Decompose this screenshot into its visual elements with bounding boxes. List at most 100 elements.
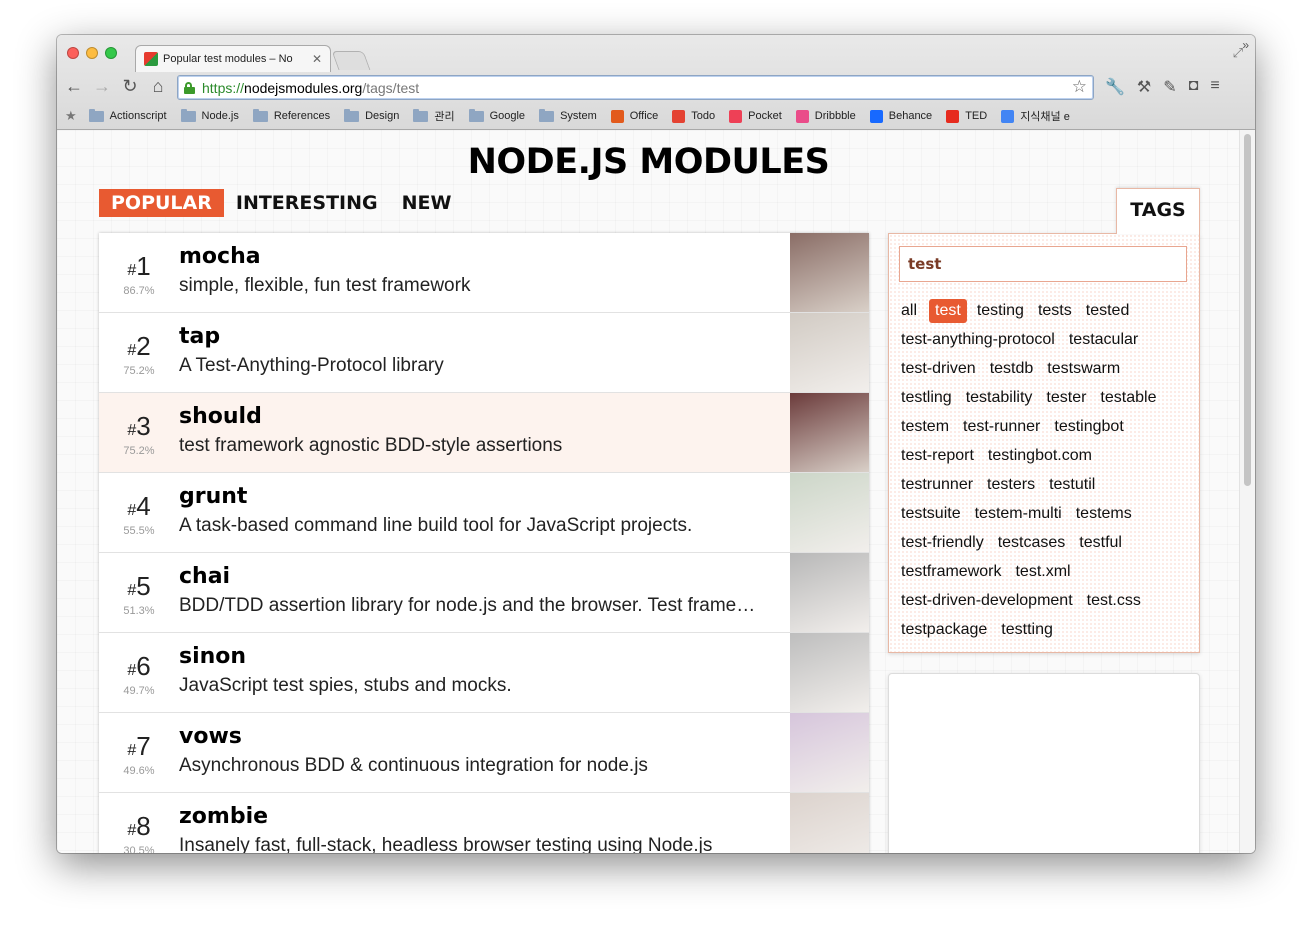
tab-close-icon[interactable]: ✕	[312, 52, 322, 66]
tag-link[interactable]: testswarm	[1047, 360, 1120, 378]
module-name-link[interactable]: vows	[179, 724, 242, 749]
author-avatar[interactable]	[790, 553, 869, 632]
bookmark-item[interactable]: 관리	[413, 108, 455, 124]
scroll-thumb[interactable]	[1244, 134, 1251, 486]
new-tab-button[interactable]	[331, 51, 371, 70]
bookmark-item[interactable]: Todo	[672, 109, 715, 123]
tool-icon[interactable]: ⚒	[1137, 77, 1151, 97]
wrench-icon[interactable]: 🔧	[1105, 77, 1125, 97]
author-avatar[interactable]	[790, 473, 869, 552]
bookmark-item[interactable]: 지식채널 e	[1001, 108, 1070, 124]
module-row[interactable]: #2 75.2% tap A Test-Anything-Protocol libra…	[99, 313, 869, 393]
tab-popular[interactable]: POPULAR	[99, 189, 224, 217]
tag-link[interactable]: testem-multi	[975, 505, 1062, 523]
tag-link[interactable]: testingbot	[1054, 418, 1123, 436]
author-avatar[interactable]	[790, 233, 869, 312]
tag-link[interactable]: testting	[1001, 621, 1053, 639]
tag-link[interactable]: testutil	[1049, 476, 1095, 494]
module-row[interactable]: #6 49.7% sinon JavaScript test spies, stubs…	[99, 633, 869, 713]
tag-link[interactable]: testingbot.com	[988, 447, 1092, 465]
address-bar[interactable]: https:// nodejsmodules.org /tags/test ☆	[177, 75, 1094, 100]
tag-link[interactable]: test-report	[901, 447, 974, 465]
bookmark-item[interactable]: Pocket	[729, 109, 782, 123]
folder-icon	[180, 108, 196, 122]
author-avatar[interactable]	[790, 713, 869, 792]
tag-search-input[interactable]: test	[899, 246, 1187, 282]
author-avatar[interactable]	[790, 633, 869, 712]
tag-link[interactable]: testsuite	[901, 505, 961, 523]
author-avatar[interactable]	[790, 793, 869, 853]
tag-link[interactable]: test-driven	[901, 360, 976, 378]
module-row[interactable]: #5 51.3% chai BDD/TDD assertion library for…	[99, 553, 869, 633]
home-icon[interactable]: ⌂	[147, 76, 169, 97]
tag-link[interactable]: test-driven-development	[901, 592, 1073, 610]
pocket-extension-icon[interactable]: ◘	[1189, 77, 1199, 97]
tag-link[interactable]: testem	[901, 418, 949, 436]
browser-tab[interactable]: Popular test modules – No ✕	[135, 45, 331, 72]
bookmark-item[interactable]: Dribbble	[795, 109, 856, 123]
tag-link[interactable]: testers	[987, 476, 1035, 494]
module-name-link[interactable]: chai	[179, 564, 230, 589]
author-avatar[interactable]	[790, 393, 869, 472]
bookmarks-overflow[interactable]: »	[1242, 38, 1249, 52]
tag-link[interactable]: all	[901, 302, 917, 320]
evernote-icon[interactable]: ✎	[1163, 77, 1176, 97]
module-name-link[interactable]: mocha	[179, 244, 261, 269]
module-name-link[interactable]: sinon	[179, 644, 246, 669]
minimize-window-button[interactable]	[86, 47, 98, 59]
module-row[interactable]: #3 75.2% should test framework agnostic BDD…	[99, 393, 869, 473]
bookmark-item[interactable]: TED	[946, 109, 987, 123]
tag-link[interactable]: testrunner	[901, 476, 973, 494]
tag-link[interactable]: testability	[966, 389, 1033, 407]
tag-link[interactable]: test	[929, 298, 967, 323]
tags-panel: test all test testing tests tested test-anyth…	[888, 233, 1200, 653]
bookmark-star-icon[interactable]: ☆	[1072, 77, 1087, 97]
close-window-button[interactable]	[67, 47, 79, 59]
tag-link[interactable]: tests	[1038, 302, 1072, 320]
module-name-link[interactable]: should	[179, 404, 262, 429]
tag-link[interactable]: test.css	[1087, 592, 1141, 610]
tag-link[interactable]: test.xml	[1015, 563, 1070, 581]
bookmark-star-icon[interactable]: ★	[65, 108, 77, 124]
module-name-link[interactable]: zombie	[179, 804, 268, 829]
tag-link[interactable]: testful	[1079, 534, 1122, 552]
zoom-window-button[interactable]	[105, 47, 117, 59]
tab-interesting[interactable]: INTERESTING	[224, 189, 390, 217]
module-name-link[interactable]: tap	[179, 324, 220, 349]
tag-link[interactable]: tested	[1086, 302, 1130, 320]
tag-link[interactable]: testacular	[1069, 331, 1138, 349]
tab-tags[interactable]: TAGS	[1116, 188, 1200, 234]
bookmark-item[interactable]: Design	[344, 108, 399, 122]
tag-link[interactable]: test-runner	[963, 418, 1040, 436]
module-row[interactable]: #8 30.5% zombie Insanely fast, full-stack, …	[99, 793, 869, 853]
module-row[interactable]: #4 55.5% grunt A task-based command line bu…	[99, 473, 869, 553]
bookmark-item[interactable]: Node.js	[180, 108, 239, 122]
tag-link[interactable]: test-friendly	[901, 534, 984, 552]
bookmark-item[interactable]: System	[539, 108, 597, 122]
bookmark-item[interactable]: Actionscript	[88, 108, 167, 122]
back-icon[interactable]: ←	[63, 76, 85, 97]
tab-new[interactable]: NEW	[390, 189, 464, 217]
module-row[interactable]: #7 49.6% vows Asynchronous BDD & continuous…	[99, 713, 869, 793]
tag-link[interactable]: testframework	[901, 563, 1001, 581]
tag-link[interactable]: test-anything-protocol	[901, 331, 1055, 349]
tag-link[interactable]: testdb	[990, 360, 1034, 378]
module-row[interactable]: #1 86.7% mocha simple, flexible, fun test f…	[99, 233, 869, 313]
menu-icon[interactable]: ≡	[1210, 77, 1219, 97]
tag-link[interactable]: testing	[977, 302, 1024, 320]
tag-link[interactable]: testpackage	[901, 621, 987, 639]
tag-link[interactable]: testable	[1100, 389, 1156, 407]
bookmark-item[interactable]: References	[252, 108, 330, 122]
author-avatar[interactable]	[790, 313, 869, 392]
bookmark-item[interactable]: Google	[468, 108, 525, 122]
reload-icon[interactable]: ↻	[119, 76, 141, 97]
tag-link[interactable]: testems	[1076, 505, 1132, 523]
page-scrollbar[interactable]	[1239, 130, 1255, 853]
module-name-link[interactable]: grunt	[179, 484, 247, 509]
bookmark-item[interactable]: Office	[610, 109, 658, 123]
forward-icon[interactable]: →	[91, 76, 113, 97]
tag-link[interactable]: testling	[901, 389, 952, 407]
bookmark-item[interactable]: Behance	[869, 109, 932, 123]
tag-link[interactable]: testcases	[998, 534, 1066, 552]
tag-link[interactable]: tester	[1046, 389, 1086, 407]
